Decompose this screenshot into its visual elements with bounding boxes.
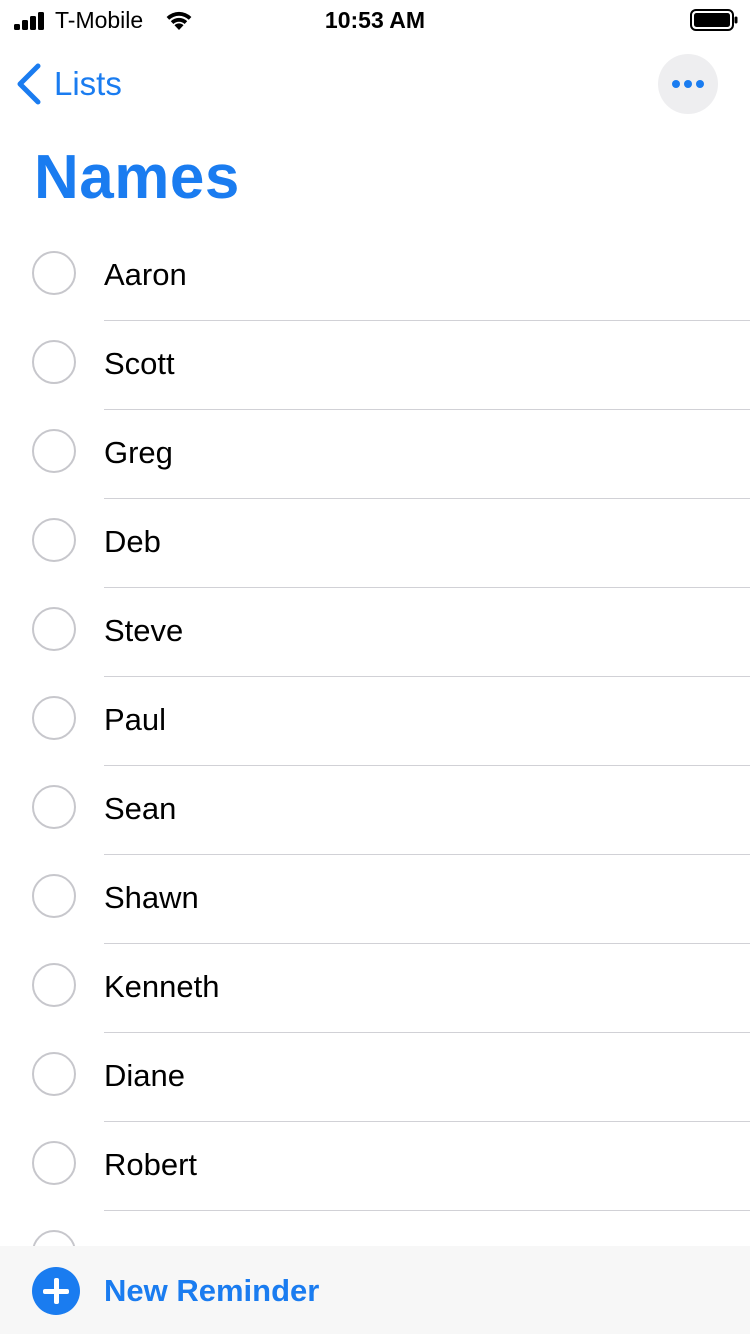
checkbox-circle[interactable] [32, 518, 76, 562]
bottom-toolbar: New Reminder [0, 1246, 750, 1334]
reminder-label[interactable]: Paul [104, 701, 166, 739]
reminder-label[interactable]: Steve [104, 612, 183, 650]
checkbox-circle[interactable] [32, 607, 76, 651]
list-item: Scott [0, 321, 750, 410]
checkbox-circle[interactable] [32, 696, 76, 740]
ellipsis-icon [672, 80, 704, 88]
reminder-label[interactable]: Deb [104, 523, 161, 561]
back-button-label: Lists [54, 65, 122, 102]
list-item: Paul [0, 677, 750, 766]
list-item: Greg [0, 410, 750, 499]
status-bar: T-Mobile 10:53 AM [0, 0, 750, 40]
list-item: Aaron [0, 232, 750, 321]
list-item: Kenneth [0, 944, 750, 1033]
list-item: Diane [0, 1033, 750, 1122]
plus-circle-icon [32, 1267, 80, 1315]
reminder-label[interactable]: Kenneth [104, 968, 220, 1006]
reminder-label[interactable]: Diane [104, 1057, 185, 1095]
reminder-label[interactable]: Robert [104, 1146, 197, 1184]
chevron-left-icon [17, 63, 41, 105]
new-reminder-label: New Reminder [104, 1273, 320, 1308]
list-item: Sean [0, 766, 750, 855]
status-time: 10:53 AM [324, 7, 426, 33]
page-title: Names [34, 143, 240, 212]
reminder-label[interactable]: Aaron [104, 256, 187, 294]
list-item: Deb [0, 499, 750, 588]
back-button[interactable]: Lists [14, 60, 122, 108]
reminder-label[interactable]: Greg [104, 434, 173, 472]
reminder-label[interactable]: Sean [104, 790, 176, 828]
checkbox-circle[interactable] [32, 251, 76, 295]
checkbox-circle[interactable] [32, 785, 76, 829]
more-options-button[interactable] [658, 54, 718, 114]
checkbox-circle[interactable] [32, 874, 76, 918]
reminder-label[interactable]: Shawn [104, 879, 199, 917]
list-item: Steve [0, 588, 750, 677]
new-reminder-button[interactable]: New Reminder [32, 1267, 319, 1315]
reminder-label[interactable]: Scott [104, 345, 175, 383]
list-item: Shawn [0, 855, 750, 944]
checkbox-circle[interactable] [32, 963, 76, 1007]
checkbox-circle[interactable] [32, 429, 76, 473]
checkbox-circle[interactable] [32, 1052, 76, 1096]
checkbox-circle[interactable] [32, 1141, 76, 1185]
list-item: Robert [0, 1122, 750, 1211]
battery-icon [690, 9, 738, 31]
reminder-list: Aaron Scott Greg Deb Steve Paul Sean Sha… [0, 232, 750, 1300]
checkbox-circle[interactable] [32, 340, 76, 384]
